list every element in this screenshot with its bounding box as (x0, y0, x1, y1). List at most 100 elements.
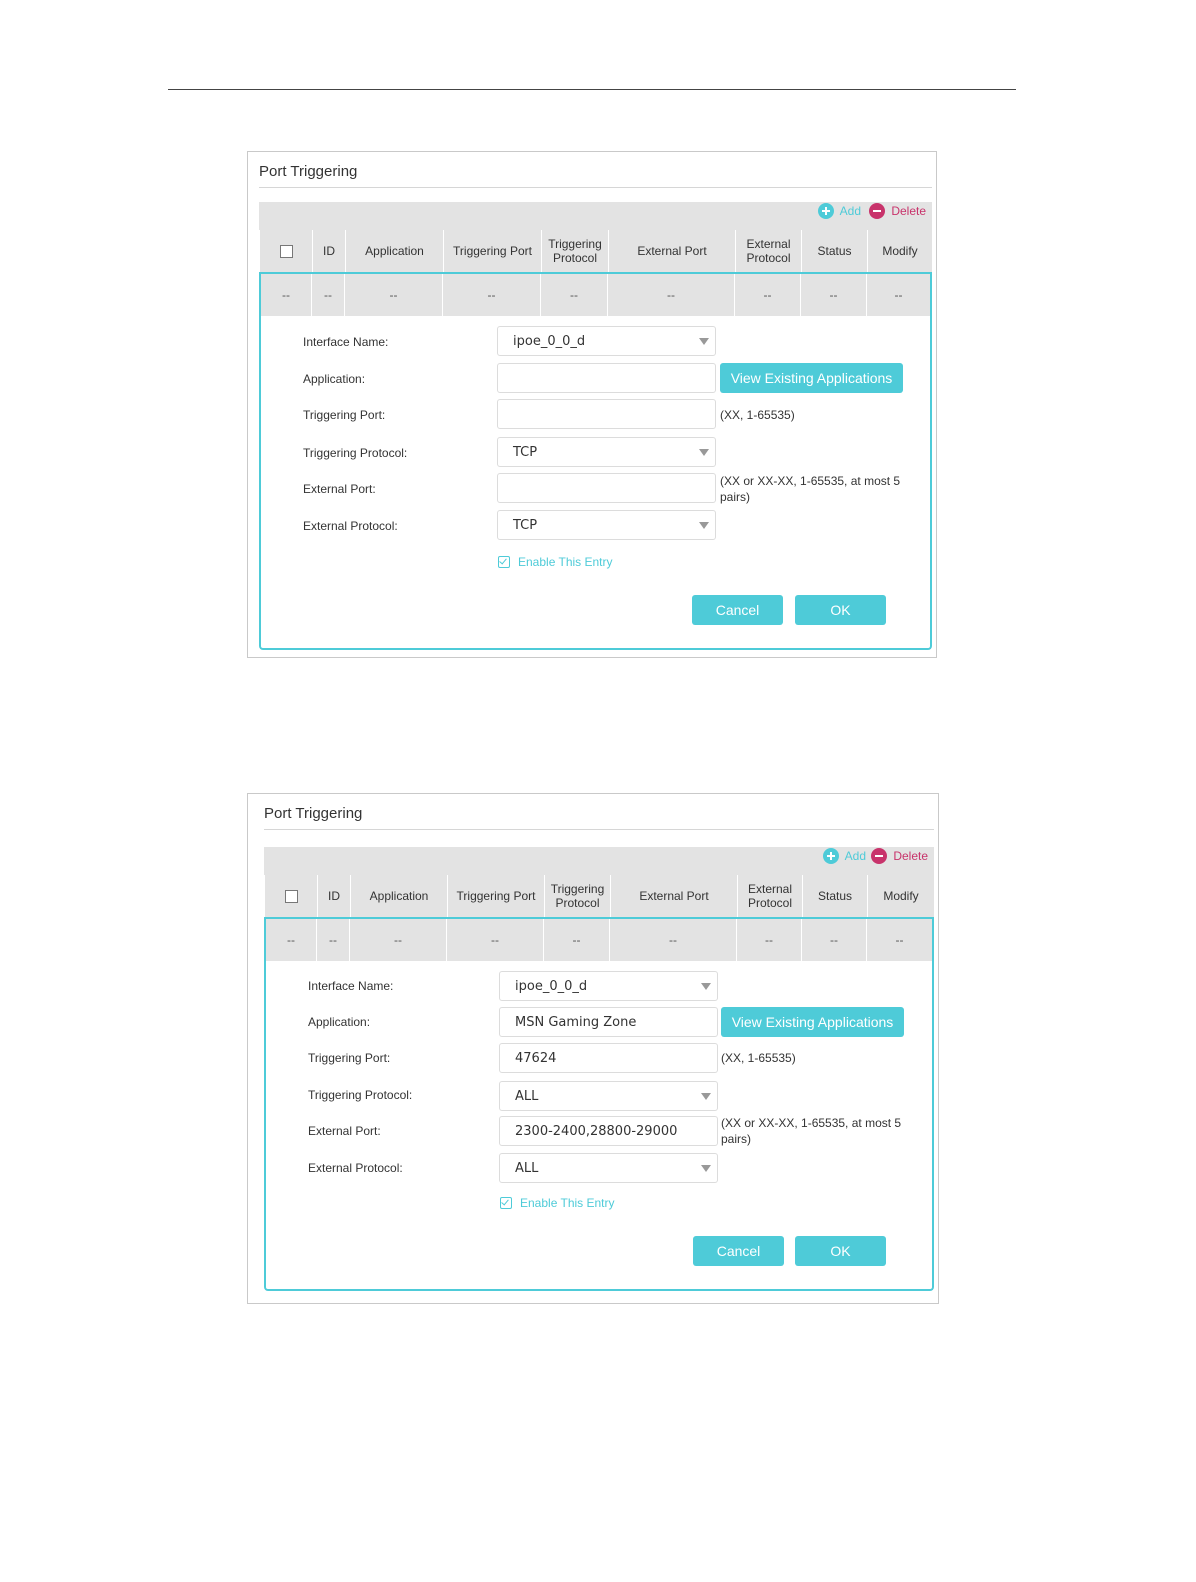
add-button[interactable]: Add (817, 202, 861, 220)
cell: -- (261, 274, 312, 316)
application-label: Application: (303, 372, 366, 386)
checkbox-checked-icon (500, 1197, 512, 1209)
enable-entry-checkbox[interactable]: Enable This Entry (498, 555, 613, 569)
column-header-application: Application (346, 230, 444, 272)
cell: -- (802, 919, 867, 961)
select-all-checkbox[interactable] (284, 889, 298, 903)
cell: -- (894, 288, 903, 302)
triggering-port-hint: (XX, 1-65535) (720, 408, 795, 422)
view-existing-applications-button[interactable]: View Existing Applications (720, 363, 903, 393)
cell: -- (801, 274, 867, 316)
cell: -- (312, 274, 345, 316)
application-input[interactable] (497, 363, 716, 393)
edit-entry-form: Interface Name: ipoe_0_0_d Application: … (259, 315, 932, 650)
external-port-hint: (XX or XX-XX, 1-65535, at most 5 pairs) (721, 1116, 902, 1146)
cell: -- (350, 919, 447, 961)
interface-name-label: Interface Name: (308, 979, 394, 993)
external-port-value: 2300-2400,28800-29000 (515, 1123, 678, 1139)
external-protocol-label: External Protocol: (308, 1161, 403, 1175)
table-header: ID Application Triggering Port Triggerin… (264, 875, 934, 917)
cell: -- (447, 919, 544, 961)
cell: -- (266, 919, 317, 961)
column-header-id: ID (313, 230, 346, 272)
column-header-triggering-protocol: Triggering Protocol (542, 230, 609, 272)
select-all-column (265, 875, 318, 917)
cell: -- (544, 919, 610, 961)
panel-title: Port Triggering (259, 163, 358, 180)
application-input[interactable]: MSN Gaming Zone (499, 1007, 718, 1037)
cancel-button[interactable]: Cancel (692, 595, 783, 625)
external-port-hint: (XX or XX-XX, 1-65535, at most 5 pairs) (720, 474, 901, 504)
edit-entry-form: Interface Name: ipoe_0_0_d Application: … (264, 960, 934, 1291)
ok-button[interactable]: OK (795, 1236, 886, 1266)
column-header-external-protocol: External Protocol (736, 230, 802, 272)
cell: -- (610, 919, 737, 961)
table-toolbar: Add Delete (259, 202, 932, 230)
column-header-external-port: External Port (609, 230, 736, 272)
delete-button[interactable]: Delete (869, 202, 926, 220)
cancel-button[interactable]: Cancel (693, 1236, 784, 1266)
view-existing-applications-button[interactable]: View Existing Applications (721, 1007, 904, 1037)
cell: -- (735, 274, 801, 316)
external-port-input[interactable]: 2300-2400,28800-29000 (499, 1116, 718, 1146)
checkbox-checked-icon (498, 556, 510, 568)
triggering-protocol-value: ALL (515, 1088, 539, 1104)
cell: -- (608, 274, 735, 316)
delete-label: Delete (891, 204, 926, 218)
column-header-id: ID (318, 875, 351, 917)
external-protocol-select[interactable]: ALL (499, 1153, 718, 1183)
triggering-port-input[interactable]: 47624 (499, 1043, 718, 1073)
cell: -- (443, 274, 541, 316)
application-label: Application: (308, 1015, 371, 1029)
delete-button[interactable]: Delete (871, 847, 928, 865)
cell: -- (345, 274, 443, 316)
interface-name-value: ipoe_0_0_d (515, 978, 588, 994)
column-header-status: Status (803, 875, 868, 917)
triggering-protocol-select[interactable]: TCP (497, 437, 716, 467)
triggering-protocol-label: Triggering Protocol: (308, 1088, 413, 1102)
enable-entry-label: Enable This Entry (520, 1196, 615, 1210)
table-toolbar: Add Delete (264, 847, 934, 875)
triggering-protocol-label: Triggering Protocol: (303, 446, 408, 460)
table-row: -- -- -- -- -- -- -- -- -- (259, 272, 932, 316)
column-header-triggering-port: Triggering Port (448, 875, 545, 917)
interface-name-select[interactable]: ipoe_0_0_d (499, 971, 718, 1001)
enable-entry-checkbox[interactable]: Enable This Entry (500, 1196, 615, 1210)
triggering-port-value: 47624 (515, 1050, 557, 1066)
external-port-label: External Port: (303, 482, 376, 496)
add-button[interactable]: Add (822, 847, 866, 865)
column-header-external-port: External Port (611, 875, 738, 917)
triggering-port-input[interactable] (497, 399, 716, 429)
page-top-rule (168, 89, 1016, 90)
cell: -- (895, 933, 904, 947)
external-protocol-select[interactable]: TCP (497, 510, 716, 540)
select-all-checkbox[interactable] (279, 244, 293, 258)
interface-name-value: ipoe_0_0_d (513, 333, 586, 349)
triggering-protocol-value: TCP (513, 444, 538, 460)
minus-circle-icon (869, 203, 886, 219)
enable-entry-label: Enable This Entry (518, 555, 613, 569)
cell: -- (737, 919, 802, 961)
interface-name-label: Interface Name: (303, 335, 389, 349)
panel-title: Port Triggering (264, 805, 363, 822)
external-port-input[interactable] (497, 473, 716, 503)
add-label: Add (839, 204, 861, 218)
interface-name-select[interactable]: ipoe_0_0_d (497, 326, 716, 356)
column-header-modify: Modify (883, 889, 919, 903)
ok-button[interactable]: OK (795, 595, 886, 625)
plus-circle-icon (817, 203, 834, 219)
triggering-port-label: Triggering Port: (303, 408, 386, 422)
column-header-triggering-protocol: Triggering Protocol (545, 875, 611, 917)
delete-label: Delete (893, 849, 928, 863)
external-protocol-label: External Protocol: (303, 519, 398, 533)
triggering-protocol-select[interactable]: ALL (499, 1081, 718, 1111)
port-triggering-panel-empty: Port Triggering Add Delete ID Applicatio… (247, 151, 937, 658)
add-label: Add (844, 849, 866, 863)
triggering-port-hint: (XX, 1-65535) (721, 1051, 796, 1065)
cell: -- (541, 274, 608, 316)
column-header-triggering-port: Triggering Port (444, 230, 542, 272)
plus-circle-icon (822, 848, 839, 864)
title-divider (264, 829, 934, 830)
application-value: MSN Gaming Zone (515, 1014, 637, 1030)
minus-circle-icon (871, 848, 888, 864)
